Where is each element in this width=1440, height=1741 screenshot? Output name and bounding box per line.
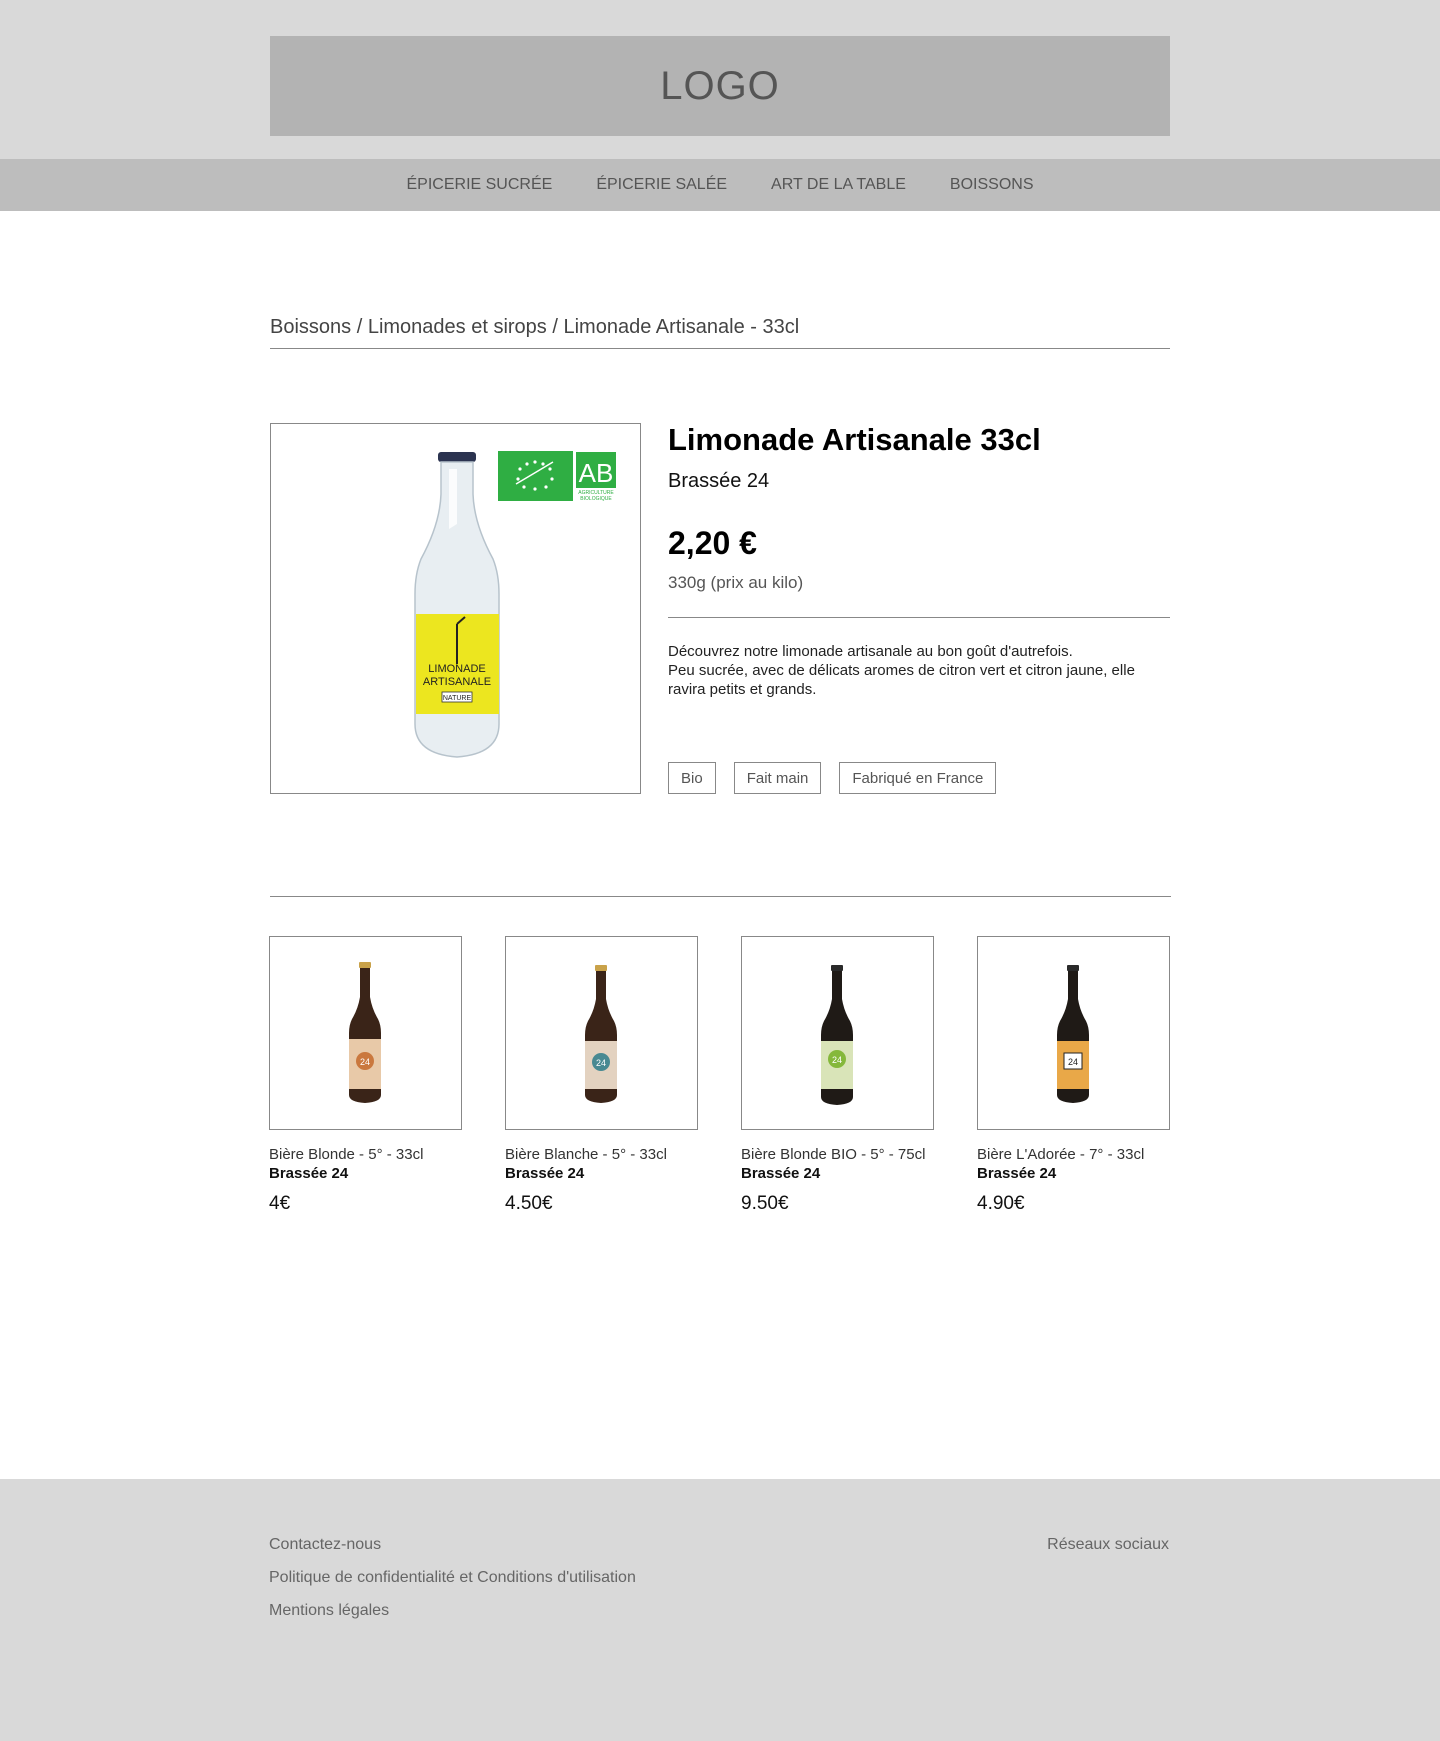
bottle-label-line1: LIMONADE	[428, 663, 485, 675]
tag-fabrique-en-france[interactable]: Fabriqué en France	[839, 762, 997, 794]
main-nav: ÉPICERIE SUCRÉE ÉPICERIE SALÉE ART DE LA…	[0, 159, 1440, 211]
product-card-brand: Brassée 24	[977, 1165, 1057, 1182]
product-card-brand: Brassée 24	[269, 1165, 349, 1182]
logo-text: LOGO	[660, 63, 780, 108]
product-card-name[interactable]: Bière Blonde - 5° - 33cl	[269, 1146, 462, 1165]
footer-link-legal[interactable]: Mentions légales	[269, 1602, 389, 1620]
product-card-price: 4.90€	[977, 1193, 1025, 1214]
organic-badge: AB AGRICULTURE BIOLOGIQUE	[498, 451, 617, 502]
product-brand: Brassée 24	[668, 470, 770, 492]
related-divider	[270, 896, 1171, 897]
product-card-name[interactable]: Bière Blonde BIO - 5° - 75cl	[741, 1146, 934, 1165]
product-card[interactable]: 24 Bière Blonde - 5° - 33cl Brassée 24 4…	[269, 936, 462, 1215]
product-description: Découvrez notre limonade artisanale au b…	[668, 642, 1168, 699]
breadcrumb[interactable]: Boissons / Limonades et sirops / Limonad…	[270, 316, 799, 339]
related-products: 24 Bière Blonde - 5° - 33cl Brassée 24 4…	[269, 936, 1170, 1215]
product-card-price: 9.50€	[741, 1193, 789, 1214]
bottle-badge: 24	[832, 1055, 842, 1065]
price-divider	[668, 617, 1170, 618]
bottle-label-line2: ARTISANALE	[423, 676, 491, 688]
bottle-illustration: LIMONADE ARTISANALE NATURE	[414, 452, 500, 758]
breadcrumb-divider	[270, 348, 1170, 349]
product-image[interactable]: LIMONADE ARTISANALE NATURE AB AGRICULTUR…	[270, 423, 641, 794]
product-card-price: 4€	[269, 1193, 291, 1214]
product-price: 2,20 €	[668, 525, 757, 561]
footer-link-social[interactable]: Réseaux sociaux	[1047, 1536, 1169, 1554]
product-title: Limonade Artisanale 33cl	[668, 422, 1041, 457]
unit-price: 330g (prix au kilo)	[668, 573, 804, 592]
logo[interactable]: LOGO	[270, 36, 1170, 136]
product-card-name[interactable]: Bière Blanche - 5° - 33cl	[505, 1146, 698, 1165]
product-tags: Bio Fait main Fabriqué en France	[668, 762, 997, 794]
product-card-image[interactable]: 24	[505, 936, 698, 1130]
nav-item-art-de-la-table[interactable]: ART DE LA TABLE	[771, 176, 906, 194]
product-card-image[interactable]: 24	[269, 936, 462, 1130]
product-card-brand: Brassée 24	[505, 1165, 585, 1182]
tag-bio[interactable]: Bio	[668, 762, 716, 794]
tag-fait-main[interactable]: Fait main	[733, 762, 822, 794]
header: LOGO	[0, 0, 1440, 159]
footer-link-privacy[interactable]: Politique de confidentialité et Conditio…	[269, 1569, 636, 1587]
description-line-2: Peu sucrée, avec de délicats aromes de c…	[668, 662, 1135, 698]
organic-badge-letters: AB	[579, 458, 614, 488]
product-card-price: 4.50€	[505, 1193, 553, 1214]
footer-link-contact[interactable]: Contactez-nous	[269, 1536, 381, 1554]
bottle-label-tag: NATURE	[443, 695, 472, 702]
organic-badge-caption-2: BIOLOGIQUE	[580, 496, 612, 502]
product-card-brand: Brassée 24	[741, 1165, 821, 1182]
product-card-image[interactable]: 24	[977, 936, 1170, 1130]
description-line-1: Découvrez notre limonade artisanale au b…	[668, 643, 1073, 660]
bottle-badge: 24	[596, 1058, 606, 1068]
footer: Contactez-nous Politique de confidential…	[0, 1479, 1440, 1741]
product-card[interactable]: 24 Bière Blanche - 5° - 33cl Brassée 24 …	[505, 936, 698, 1215]
nav-item-epicerie-salee[interactable]: ÉPICERIE SALÉE	[596, 176, 727, 194]
bottle-badge: 24	[1068, 1057, 1078, 1067]
nav-item-epicerie-sucree[interactable]: ÉPICERIE SUCRÉE	[407, 176, 553, 194]
product-card-image[interactable]: 24	[741, 936, 934, 1130]
product-card[interactable]: 24 Bière L'Adorée - 7° - 33cl Brassée 24…	[977, 936, 1170, 1215]
nav-item-boissons[interactable]: BOISSONS	[950, 176, 1034, 194]
product-card[interactable]: 24 Bière Blonde BIO - 5° - 75cl Brassée …	[741, 936, 934, 1215]
product-card-name[interactable]: Bière L'Adorée - 7° - 33cl	[977, 1146, 1170, 1165]
bottle-badge: 24	[360, 1057, 370, 1067]
